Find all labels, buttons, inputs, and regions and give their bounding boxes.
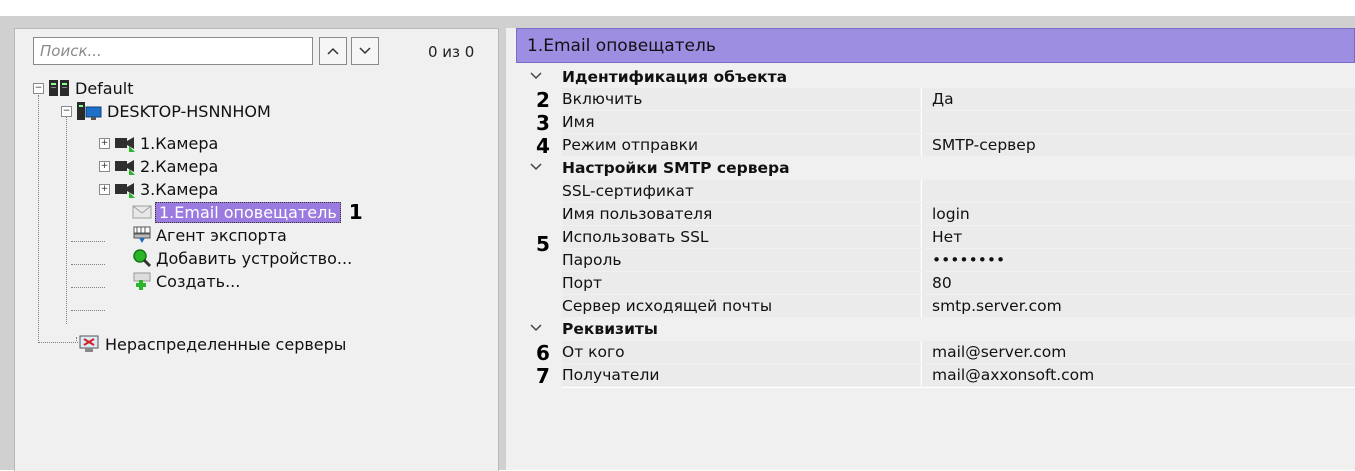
chevron-down-icon[interactable] xyxy=(530,162,542,172)
tree-node-label: 2.Камера xyxy=(140,156,219,176)
collapse-toggle-icon[interactable]: − xyxy=(61,105,72,117)
property-value[interactable]: mail@server.com xyxy=(921,341,1355,363)
tree-node-create[interactable]: Создать... xyxy=(132,270,240,292)
expand-toggle-icon[interactable]: + xyxy=(99,160,110,172)
device-tree-panel: 0 из 0 − Default − DES xyxy=(14,28,499,471)
callout-number: 6 xyxy=(536,341,550,365)
envelope-icon xyxy=(132,205,152,219)
section-label: Настройки SMTP сервера xyxy=(562,159,790,177)
create-plus-icon xyxy=(133,272,151,290)
property-value[interactable]: smtp.server.com xyxy=(921,295,1355,317)
section-header-smtp-settings[interactable]: Настройки SMTP сервера xyxy=(516,157,1355,179)
property-name: Включить xyxy=(562,88,920,110)
property-value[interactable]: mail@axxonsoft.com xyxy=(921,364,1355,386)
chevron-down-icon xyxy=(359,47,371,55)
property-row-send-mode[interactable]: 4 Режим отправки SMTP-сервер xyxy=(516,134,1355,158)
camera-icon xyxy=(115,183,135,198)
chevron-down-icon[interactable] xyxy=(530,323,542,333)
callout-number: 2 xyxy=(536,88,550,112)
callout-number: 1 xyxy=(348,200,363,224)
tree-node-label: Создать... xyxy=(156,271,241,291)
chevron-down-icon[interactable] xyxy=(530,71,542,81)
cropped-caption-strip xyxy=(0,0,1355,16)
collapse-toggle-icon[interactable]: − xyxy=(33,82,44,94)
property-name: Имя пользователя xyxy=(562,203,920,225)
unallocated-server-icon xyxy=(79,335,99,352)
property-name: SSL-сертификат xyxy=(562,180,920,202)
server-computer-icon xyxy=(77,102,102,120)
tree-node-label: Агент экспорта xyxy=(156,225,287,245)
tree-node-camera-1[interactable]: + 1.Камера xyxy=(99,132,218,154)
search-input[interactable] xyxy=(34,38,312,64)
tree-node-label: Default xyxy=(75,78,134,98)
expand-toggle-icon[interactable]: + xyxy=(99,183,110,195)
property-value[interactable]: login xyxy=(921,203,1355,225)
tree-node-label: Нераспределенные серверы xyxy=(105,334,347,354)
magnifier-icon xyxy=(133,249,152,268)
chevron-up-icon xyxy=(327,47,339,55)
tree-node-server[interactable]: − DESKTOP-HSNNHOM xyxy=(61,100,271,122)
camera-icon xyxy=(115,137,135,152)
camera-icon xyxy=(115,160,135,175)
tree-node-email-notifier[interactable]: 1.Email оповещатель 1 xyxy=(132,200,363,224)
property-row-password[interactable]: Пароль •••••••• xyxy=(516,249,1355,271)
grid-bottom-divider xyxy=(562,387,1355,388)
property-row-port[interactable]: Порт 80 xyxy=(516,272,1355,294)
callout-number: 3 xyxy=(536,111,550,135)
property-row-ssl-certificate[interactable]: SSL-сертификат xyxy=(516,180,1355,202)
callout-number: 7 xyxy=(536,364,550,388)
property-name: Пароль xyxy=(562,249,920,271)
search-next-button[interactable] xyxy=(351,37,379,65)
property-name: Получатели xyxy=(562,364,920,386)
property-value[interactable]: Да xyxy=(921,88,1355,110)
properties-panel: 1.Email оповещатель Идентификация объект… xyxy=(506,28,1355,470)
property-value[interactable]: Нет xyxy=(921,226,1355,248)
tree-node-export-agent[interactable]: Агент экспорта xyxy=(132,224,287,246)
search-field[interactable] xyxy=(33,37,313,65)
tree-node-label: Добавить устройство... xyxy=(156,248,353,268)
export-agent-icon xyxy=(133,226,151,243)
property-name: Использовать SSL xyxy=(562,226,920,248)
section-header-requisites[interactable]: Реквизиты xyxy=(516,318,1355,340)
tree-node-label: 1.Email оповещатель xyxy=(155,201,341,223)
property-value[interactable]: •••••••• xyxy=(921,249,1355,271)
tree-node-camera-2[interactable]: + 2.Камера xyxy=(99,155,218,177)
tree-node-camera-3[interactable]: + 3.Камера xyxy=(99,178,218,200)
search-match-count: 0 из 0 xyxy=(428,43,475,61)
property-value[interactable]: SMTP-сервер xyxy=(921,134,1355,156)
tree-node-unallocated-servers[interactable]: Нераспределенные серверы xyxy=(78,333,346,355)
expand-toggle-icon[interactable]: + xyxy=(99,137,110,149)
property-row-outgoing-server[interactable]: Сервер исходящей почты smtp.server.com xyxy=(516,295,1355,317)
section-label: Идентификация объекта xyxy=(562,68,788,86)
tree-node-label: DESKTOP-HSNNHOM xyxy=(107,101,271,121)
tree-node-label: 1.Камера xyxy=(140,133,219,153)
properties-title-bar: 1.Email оповещатель xyxy=(516,28,1355,63)
property-name: От кого xyxy=(562,341,920,363)
tree-node-default[interactable]: − Default xyxy=(33,77,133,99)
property-row-name[interactable]: 3 Имя xyxy=(516,111,1355,135)
property-row-use-ssl[interactable]: 5 Использовать SSL Нет xyxy=(516,226,1355,256)
property-value[interactable] xyxy=(921,111,1355,133)
property-value[interactable] xyxy=(921,180,1355,202)
property-name: Режим отправки xyxy=(562,134,920,156)
callout-number: 4 xyxy=(536,134,550,158)
section-label: Реквизиты xyxy=(562,320,658,338)
search-prev-button[interactable] xyxy=(319,37,347,65)
property-name: Имя xyxy=(562,111,920,133)
property-row-username[interactable]: Имя пользователя login xyxy=(516,203,1355,225)
property-name: Сервер исходящей почты xyxy=(562,295,920,317)
property-row-enable[interactable]: 2 Включить Да xyxy=(516,88,1355,112)
section-header-object-identification[interactable]: Идентификация объекта xyxy=(516,66,1355,88)
property-row-recipients[interactable]: 7 Получатели mail@axxonsoft.com xyxy=(516,364,1355,388)
tree-node-label: 3.Камера xyxy=(140,179,219,199)
property-name: Порт xyxy=(562,272,920,294)
property-value[interactable]: 80 xyxy=(921,272,1355,294)
server-group-icon xyxy=(49,80,69,96)
property-row-from[interactable]: 6 От кого mail@server.com xyxy=(516,341,1355,365)
tree-node-add-device[interactable]: Добавить устройство... xyxy=(132,247,352,269)
